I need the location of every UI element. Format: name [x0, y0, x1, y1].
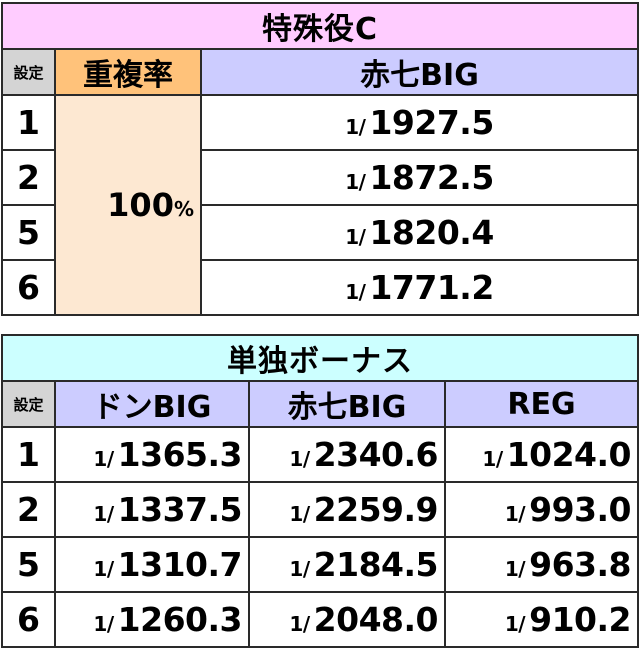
- don-big-cell: 1/1310.7: [54, 536, 250, 593]
- prob-prefix: 1/: [93, 502, 114, 526]
- overlap-value: 100: [107, 186, 174, 224]
- reg-cell: 1/963.8: [444, 536, 639, 593]
- probability-cell: 1/1820.4: [200, 204, 639, 261]
- prob-prefix: 1/: [93, 447, 114, 471]
- header-aka7-big: 赤七BIG: [248, 380, 446, 428]
- prob-prefix: 1/: [345, 115, 366, 139]
- aka7-big-cell: 1/2184.5: [248, 536, 446, 593]
- aka7-big-cell: 1/2340.6: [248, 426, 446, 483]
- aka7-big-cell: 1/2048.0: [248, 591, 446, 648]
- reg-cell: 1/1024.0: [444, 426, 639, 483]
- reg-cell: 1/910.2: [444, 591, 639, 648]
- aka7-big-cell: 1/2259.9: [248, 481, 446, 538]
- setting-cell: 1: [1, 94, 56, 151]
- prob-value: 1820.4: [369, 213, 494, 252]
- header-row: 設定 ドンBIG 赤七BIG REG: [1, 380, 639, 428]
- prob-value: 1337.5: [117, 490, 243, 529]
- prob-prefix: 1/: [504, 502, 526, 526]
- table-row: 6 1/1260.3 1/2048.0 1/910.2: [1, 591, 639, 648]
- prob-prefix: 1/: [289, 612, 310, 636]
- prob-value: 1260.3: [117, 600, 243, 639]
- prob-prefix: 1/: [345, 280, 366, 304]
- setting-cell: 5: [1, 536, 56, 593]
- setting-cell: 2: [1, 149, 56, 206]
- prob-value: 910.2: [529, 600, 631, 639]
- reg-cell: 1/993.0: [444, 481, 639, 538]
- special-role-c-table: 特殊役C 設定 重複率 赤七BIG 1 100% 1/1927.5 2 1/18…: [1, 2, 639, 316]
- header-setting: 設定: [1, 48, 56, 96]
- setting-cell: 2: [1, 481, 56, 538]
- probability-cell: 1/1872.5: [200, 149, 639, 206]
- prob-value: 1310.7: [117, 545, 243, 584]
- probability-cell: 1/1771.2: [200, 259, 639, 316]
- header-setting: 設定: [1, 380, 56, 428]
- prob-value: 1872.5: [369, 158, 494, 197]
- prob-prefix: 1/: [345, 170, 366, 194]
- header-reg: REG: [444, 380, 639, 428]
- table-row: 2 1/1337.5 1/2259.9 1/993.0: [1, 481, 639, 538]
- don-big-cell: 1/1260.3: [54, 591, 250, 648]
- table-row: 1 1/1365.3 1/2340.6 1/1024.0: [1, 426, 639, 483]
- overlap-rate-cell: 100%: [54, 94, 202, 316]
- header-don-big: ドンBIG: [54, 380, 250, 428]
- prob-value: 993.0: [529, 490, 631, 529]
- prob-value: 1927.5: [369, 103, 494, 142]
- don-big-cell: 1/1337.5: [54, 481, 250, 538]
- prob-value: 2259.9: [313, 490, 439, 529]
- prob-value: 1365.3: [117, 435, 243, 474]
- prob-value: 963.8: [529, 545, 631, 584]
- don-big-cell: 1/1365.3: [54, 426, 250, 483]
- prob-prefix: 1/: [482, 447, 503, 471]
- header-aka7-big: 赤七BIG: [200, 48, 639, 96]
- prob-value: 1024.0: [506, 435, 632, 474]
- table-title: 特殊役C: [1, 2, 639, 50]
- header-overlap-rate: 重複率: [54, 48, 202, 96]
- prob-value: 2048.0: [313, 600, 439, 639]
- single-bonus-table: 単独ボーナス 設定 ドンBIG 赤七BIG REG 1 1/1365.3 1/2…: [1, 334, 639, 648]
- prob-value: 1771.2: [369, 268, 494, 307]
- prob-prefix: 1/: [289, 447, 310, 471]
- table-title-row: 単独ボーナス: [1, 334, 639, 382]
- prob-value: 2184.5: [313, 545, 439, 584]
- setting-cell: 1: [1, 426, 56, 483]
- prob-prefix: 1/: [93, 612, 114, 636]
- table-row: 5 1/1310.7 1/2184.5 1/963.8: [1, 536, 639, 593]
- probability-cell: 1/1927.5: [200, 94, 639, 151]
- prob-prefix: 1/: [345, 225, 366, 249]
- prob-prefix: 1/: [289, 502, 310, 526]
- setting-cell: 5: [1, 204, 56, 261]
- table-title-row: 特殊役C: [1, 2, 639, 50]
- prob-prefix: 1/: [504, 612, 526, 636]
- prob-prefix: 1/: [504, 557, 526, 581]
- setting-cell: 6: [1, 591, 56, 648]
- table-title: 単独ボーナス: [1, 334, 639, 382]
- prob-value: 2340.6: [313, 435, 439, 474]
- setting-cell: 6: [1, 259, 56, 316]
- table-row: 1 100% 1/1927.5: [1, 94, 639, 316]
- prob-prefix: 1/: [289, 557, 310, 581]
- header-row: 設定 重複率 赤七BIG: [1, 48, 639, 96]
- prob-prefix: 1/: [93, 557, 114, 581]
- overlap-unit: %: [173, 197, 194, 221]
